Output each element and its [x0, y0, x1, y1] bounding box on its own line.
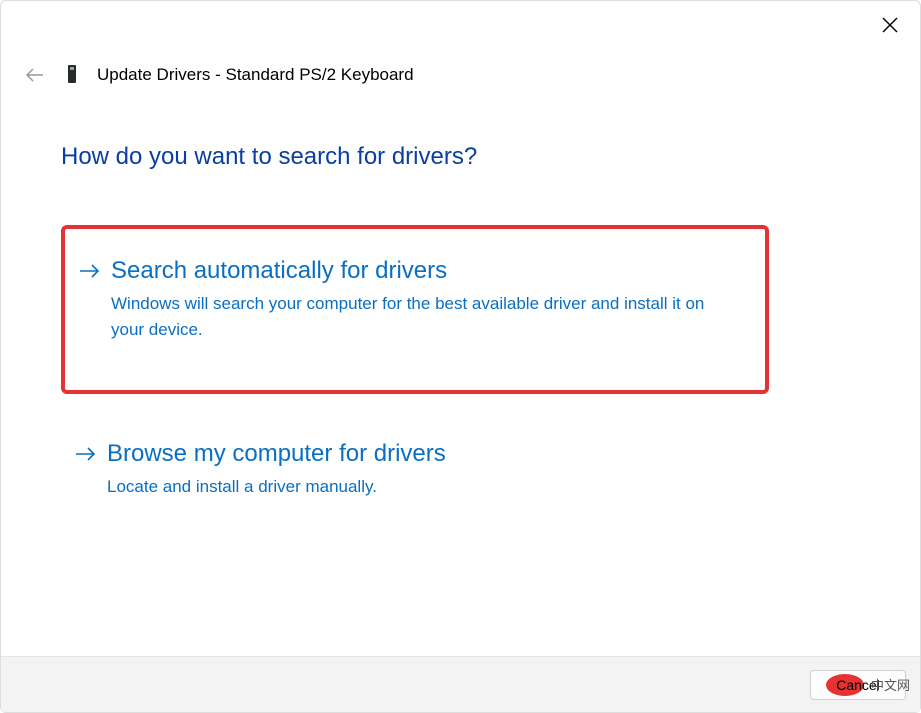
- close-button[interactable]: [878, 13, 902, 37]
- back-arrow-icon: [25, 68, 45, 82]
- device-icon: [65, 64, 79, 86]
- option-title: Search automatically for drivers: [111, 257, 745, 285]
- option-description: Windows will search your computer for th…: [111, 291, 731, 342]
- option-title: Browse my computer for drivers: [107, 440, 749, 468]
- option-search-automatically[interactable]: Search automatically for drivers Windows…: [61, 225, 769, 394]
- dialog-footer: Cancel: [1, 656, 920, 712]
- watermark-text: 中文网: [871, 675, 910, 694]
- close-icon: [882, 17, 898, 33]
- arrow-right-icon: [79, 263, 101, 284]
- option-browse-computer[interactable]: Browse my computer for drivers Locate an…: [61, 424, 769, 524]
- back-button[interactable]: [23, 63, 47, 87]
- arrow-right-icon: [75, 446, 97, 467]
- dialog-header: Update Drivers - Standard PS/2 Keyboard: [1, 1, 920, 87]
- option-description: Locate and install a driver manually.: [107, 474, 727, 500]
- options-container: Search automatically for drivers Windows…: [61, 225, 769, 524]
- dialog-title: Update Drivers - Standard PS/2 Keyboard: [97, 65, 414, 85]
- dialog-question: How do you want to search for drivers?: [61, 143, 920, 171]
